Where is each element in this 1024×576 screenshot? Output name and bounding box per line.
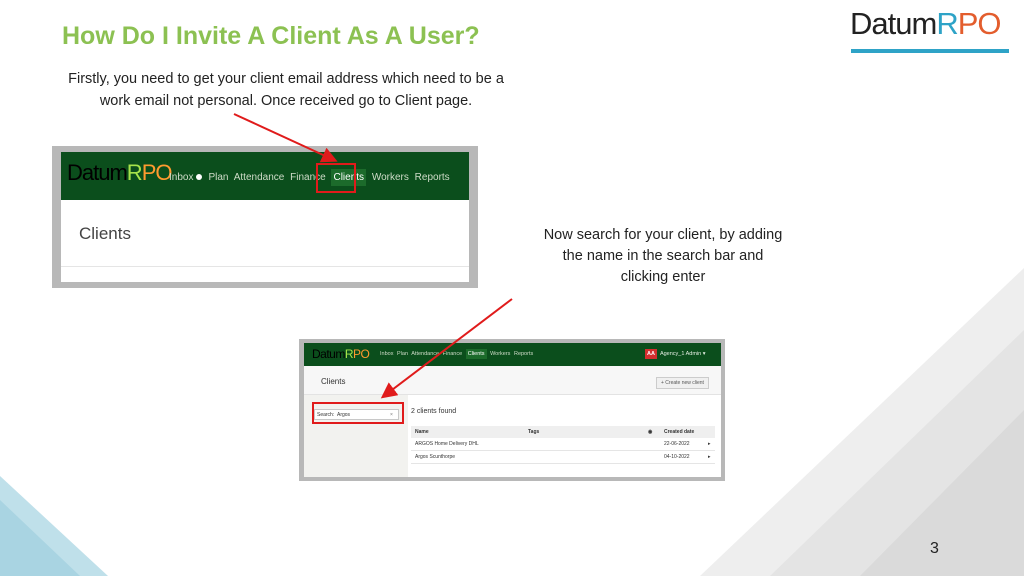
arrow-to-search <box>380 298 513 399</box>
arrow-to-clients <box>233 113 338 163</box>
page-number: 3 <box>930 540 939 557</box>
annotation-arrows <box>233 113 513 399</box>
